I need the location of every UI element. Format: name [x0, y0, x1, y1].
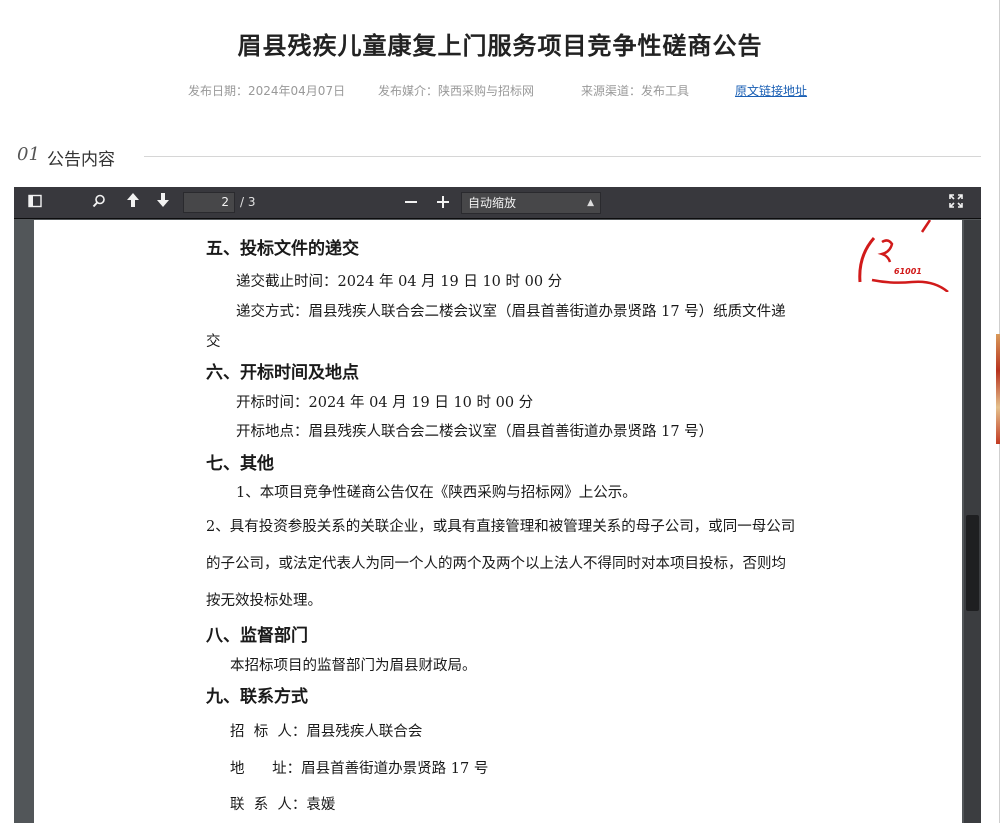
doc-line: 开标地点：眉县残疾人联合会二楼会议室（眉县首善街道办景贤路 17 号）	[236, 424, 714, 440]
page-total: / 3	[240, 195, 256, 209]
pdf-scrollbar[interactable]	[964, 220, 981, 823]
doc-line: 递交方式：眉县残疾人联合会二楼会议室（眉县首善街道办景贤路 17 号）纸质文件递	[236, 304, 786, 320]
doc-heading: 五、投标文件的递交	[206, 239, 359, 259]
arrow-down-icon[interactable]	[152, 192, 174, 214]
zoom-select[interactable]: 自动缩放 ▲	[461, 192, 601, 214]
seal-text: 61001	[894, 267, 922, 276]
expand-icon[interactable]	[945, 192, 967, 214]
section-divider	[144, 156, 981, 157]
doc-line: 2、具有投资参股关系的关联企业，或具有直接管理和被管理关系的母子公司，或同一母公…	[206, 519, 796, 535]
plus-icon[interactable]	[432, 192, 454, 214]
page-title: 眉县残疾儿童康复上门服务项目竞争性磋商公告	[237, 32, 763, 60]
section-heading: 01 公告内容	[17, 144, 981, 170]
official-seal-icon: 61001	[858, 220, 949, 292]
doc-line: 1、本项目竞争性磋商公告仅在《陕西采购与招标网》上公示。	[236, 485, 637, 501]
select-arrows-icon: ▲	[587, 198, 594, 208]
doc-line: 地 址：眉县首善街道办景贤路 17 号	[230, 761, 489, 777]
doc-heading: 七、其他	[206, 454, 274, 474]
doc-line: 递交截止时间：2024 年 04 月 19 日 10 时 00 分	[236, 274, 563, 290]
zoom-value: 自动缩放	[468, 196, 517, 210]
doc-line: 按无效投标处理。	[206, 593, 322, 609]
doc-line: 交	[206, 334, 221, 350]
pdf-viewer: 2 / 3 自动缩放 ▲ 五、投标文件的递交 递交截止时间：2024 年 04 …	[14, 187, 981, 823]
minus-icon[interactable]	[400, 192, 422, 214]
search-icon[interactable]	[88, 192, 110, 214]
scrollbar-thumb[interactable]	[966, 515, 979, 611]
doc-line: 开标时间：2024 年 04 月 19 日 10 时 00 分	[236, 395, 534, 411]
doc-line: 的子公司，或法定代表人为同一个人的两个及两个以上法人不得同时对本项目投标，否则均	[206, 556, 786, 572]
side-banner-edge	[996, 334, 1000, 444]
publish-media: 发布媒介：陕西采购与招标网	[378, 84, 535, 98]
section-number: 01	[17, 144, 40, 165]
doc-heading: 九、联系方式	[206, 687, 308, 707]
publish-date: 发布日期：2024年04月07日	[188, 84, 346, 98]
pdf-page: 五、投标文件的递交 递交截止时间：2024 年 04 月 19 日 10 时 0…	[34, 220, 962, 823]
meta-bar: 发布日期：2024年04月07日 发布媒介：陕西采购与招标网 来源渠道：发布工具…	[0, 82, 1000, 100]
doc-heading: 八、监督部门	[206, 626, 308, 646]
sidebar-toggle-icon[interactable]	[24, 192, 46, 214]
arrow-up-icon[interactable]	[122, 192, 144, 214]
doc-heading: 六、开标时间及地点	[206, 363, 359, 383]
pdf-toolbar: 2 / 3 自动缩放 ▲	[14, 187, 981, 219]
doc-line: 联 系 人：袁媛	[230, 797, 336, 813]
section-label: 公告内容	[47, 150, 115, 170]
original-link[interactable]: 原文链接地址	[735, 82, 807, 99]
doc-line: 招 标 人：眉县残疾人联合会	[230, 724, 423, 740]
doc-line: 本招标项目的监督部门为眉县财政局。	[230, 658, 477, 674]
page-number-input[interactable]: 2	[183, 192, 235, 213]
source-channel: 来源渠道：发布工具	[581, 84, 690, 98]
